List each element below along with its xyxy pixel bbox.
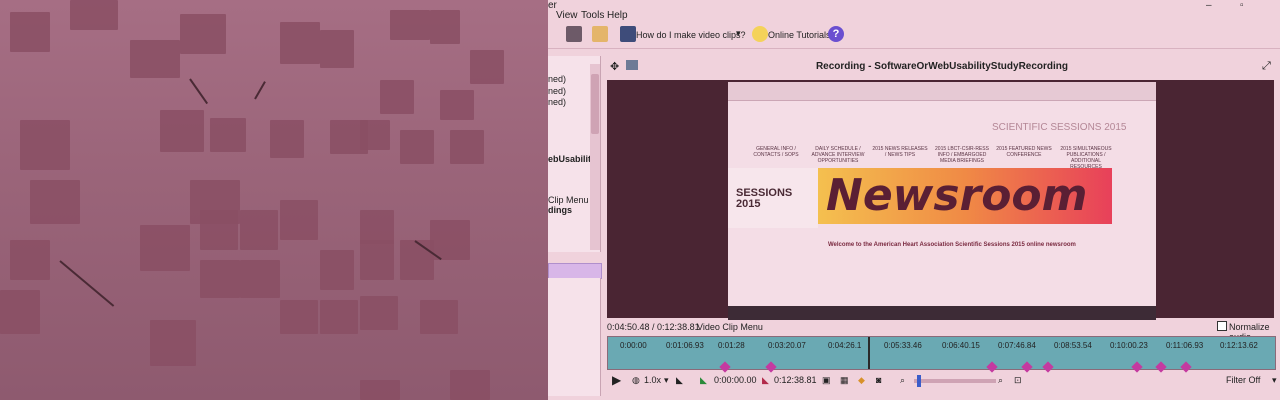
camera-icon[interactable]: ◙ xyxy=(876,375,881,385)
tree-item[interactable]: ned) xyxy=(548,86,566,96)
playback-controls: ▶ ◍ 1.0x ▾ ◣ ◣ 0:00:00.00 ◣ 0:12:38.81 ▣… xyxy=(604,372,1280,396)
zoom-in-icon[interactable]: ⌕ xyxy=(998,375,1003,386)
tick-label: 0:12:13.62 xyxy=(1220,341,1258,350)
tree-item[interactable]: ned) xyxy=(548,74,566,84)
newsroom-banner: Newsroom xyxy=(818,168,1112,224)
project-tree: ned) ned) ned) ebUsability Clip Menu din… xyxy=(548,56,601,252)
newsroom-text: Newsroom xyxy=(826,170,1088,221)
help-icon[interactable]: ? xyxy=(828,26,844,42)
tick-label: 0:04:26.1 xyxy=(828,341,862,350)
taskbar xyxy=(728,306,1156,320)
tree-item[interactable]: Clip Menu xyxy=(548,195,589,205)
zoom-slider[interactable] xyxy=(914,379,996,383)
recorded-screen: SCIENTIFIC SESSIONS 2015 GENERAL INFO / … xyxy=(728,82,1156,320)
tick-label: 0:07:46.84 xyxy=(998,341,1036,350)
menu-tools[interactable]: Tools xyxy=(581,10,604,21)
menu-help[interactable]: Help xyxy=(607,10,628,21)
speed-select[interactable]: 1.0x xyxy=(644,375,661,385)
diamond-icon[interactable]: ◆ xyxy=(858,375,865,386)
timeline[interactable]: 0:00:00 0:01:06.93 0:01:28 0:03:20.07 0:… xyxy=(607,336,1276,370)
expand-icon[interactable]: ⤢ xyxy=(1262,60,1271,73)
background-photo xyxy=(0,0,548,400)
nav-item: 2015 SIMULTANEOUS PUBLICATIONS / ADDITIO… xyxy=(1060,146,1112,170)
sessions-logo: SESSIONS 2015 xyxy=(736,187,793,210)
tick-label: 0:03:20.07 xyxy=(768,341,806,350)
menu-bar: er View Tools Help – ▫ xyxy=(548,0,1280,22)
normalize-checkbox[interactable] xyxy=(1217,321,1227,331)
toolbar: How do I make video clips? ▾ Online Tuto… xyxy=(548,22,1280,49)
filter-select[interactable]: Filter Off xyxy=(1226,375,1260,385)
nav-item: GENERAL INFO / CONTACTS / SOPS xyxy=(753,146,799,158)
tree-scrollbar[interactable] xyxy=(590,64,600,250)
tree-item[interactable]: dings xyxy=(548,205,572,215)
nav-item: 2015 FEATURED NEWS CONFERENCE xyxy=(996,146,1052,158)
minimize-icon[interactable]: – xyxy=(1206,0,1212,11)
chevron-down-icon[interactable]: ▾ xyxy=(736,28,741,39)
tick-label: 0:08:53.54 xyxy=(1054,341,1092,350)
tick-label: 0:06:40.15 xyxy=(942,341,980,350)
step-icon[interactable]: ◣ xyxy=(676,375,683,386)
tree-item[interactable]: ned) xyxy=(548,97,566,107)
nav-item: 2015 LBCT-CSIR-RESS INFO / EMBARGOED MED… xyxy=(935,146,989,164)
end-flag-icon[interactable]: ◣ xyxy=(762,375,769,386)
zoom-out-icon[interactable]: ⌕ xyxy=(900,375,905,386)
tick-label: 0:10:00.23 xyxy=(1110,341,1148,350)
lower-panel xyxy=(548,278,601,396)
status-bar: 0:04:50.48 / 0:12:38.81 Video Clip Menu … xyxy=(607,320,1274,342)
list-icon[interactable] xyxy=(592,26,608,42)
online-tutorials-button[interactable]: Online Tutorials xyxy=(768,30,831,40)
maximize-icon[interactable]: ▫ xyxy=(1240,0,1244,11)
chevron-down-icon[interactable]: ▾ xyxy=(1272,375,1277,386)
nav-item: DAILY SCHEDULE / ADVANCE INTERVIEW OPPOR… xyxy=(811,146,865,164)
tick-label: 0:01:06.93 xyxy=(666,341,704,350)
recording-title: Recording - SoftwareOrWebUsabilityStudyR… xyxy=(815,61,1069,72)
filmstrip-icon[interactable]: ▦ xyxy=(840,375,849,386)
tick-label: 0:05:33.46 xyxy=(884,341,922,350)
welcome-text: Welcome to the American Heart Associatio… xyxy=(828,242,1076,248)
scroll-thumb[interactable] xyxy=(591,74,599,134)
tick-label: 0:01:28 xyxy=(718,341,745,350)
end-time[interactable]: 0:12:38.81 xyxy=(774,375,817,385)
recording-header: ✥ Recording - SoftwareOrWebUsabilityStud… xyxy=(604,56,1280,78)
playhead[interactable] xyxy=(868,337,870,369)
fit-icon[interactable]: ⊡ xyxy=(1014,375,1022,386)
browser-bar xyxy=(728,82,1156,101)
start-time[interactable]: 0:00:00.00 xyxy=(714,375,757,385)
nav-row: GENERAL INFO / CONTACTS / SOPS DAILY SCH… xyxy=(728,144,1156,170)
menu-view[interactable]: View xyxy=(556,10,578,21)
tick-label: 0:00:00 xyxy=(620,341,647,350)
scientific-sessions-title: SCIENTIFIC SESSIONS 2015 xyxy=(992,122,1127,133)
aha-logo-panel: SESSIONS 2015 xyxy=(728,168,818,228)
tree-item[interactable]: ebUsability xyxy=(548,154,596,164)
clip-icon[interactable]: ▣ xyxy=(822,375,831,386)
video-player[interactable]: SCIENTIFIC SESSIONS 2015 GENERAL INFO / … xyxy=(607,80,1274,320)
video-clip-menu[interactable]: Video Clip Menu xyxy=(697,322,763,332)
save-icon[interactable] xyxy=(566,26,582,42)
start-flag-icon[interactable]: ◣ xyxy=(700,375,707,386)
play-icon[interactable]: ▶ xyxy=(612,373,621,387)
video-help-button[interactable]: How do I make video clips? xyxy=(636,30,746,40)
speed-icon: ◍ xyxy=(632,375,640,385)
time-display: 0:04:50.48 / 0:12:38.81 xyxy=(607,322,700,332)
app-window: er View Tools Help – ▫ How do I make vid… xyxy=(548,0,1280,400)
panel-header xyxy=(548,263,602,279)
book-icon[interactable] xyxy=(620,26,636,42)
zoom-thumb[interactable] xyxy=(917,375,921,387)
lightbulb-icon xyxy=(752,26,768,42)
tick-label: 0:11:06.93 xyxy=(1166,341,1204,350)
nav-item: 2015 NEWS RELEASES / NEWS TIPS xyxy=(872,146,928,158)
chevron-down-icon[interactable]: ▾ xyxy=(664,375,669,386)
